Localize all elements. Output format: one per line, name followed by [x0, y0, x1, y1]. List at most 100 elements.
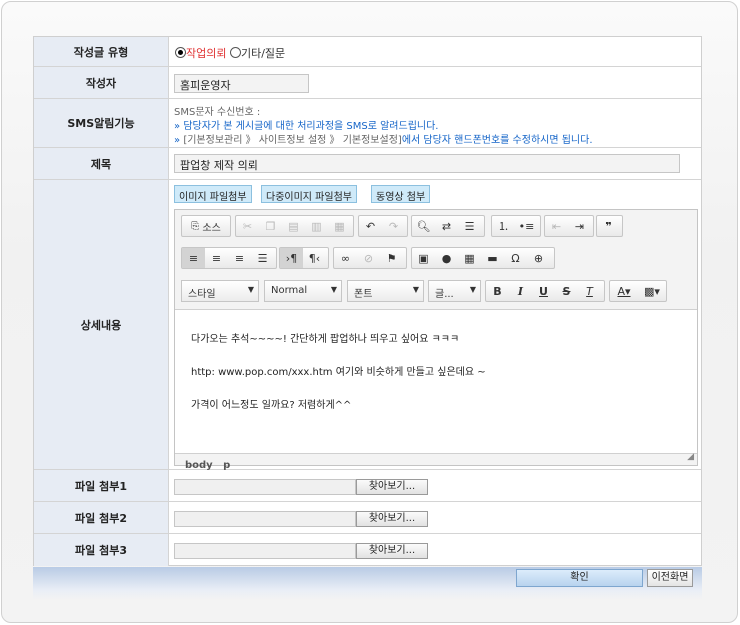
numbered-list-icon[interactable]: ⒈: [492, 216, 515, 236]
paste-icon[interactable]: ▤: [282, 216, 305, 236]
content-line: 다가오는 추석~~~~! 간단하게 팝업하나 띄우고 싶어요 ㅋㅋㅋ: [191, 334, 460, 345]
paste-word-icon[interactable]: ▦: [328, 216, 351, 236]
source-label: 소스: [202, 222, 221, 234]
author-field[interactable]: 홈피운영자: [174, 74, 309, 93]
toolbar-color-group: A▾ ▩▾: [609, 280, 667, 302]
paste-text-icon[interactable]: ▥: [305, 216, 328, 236]
undo-icon[interactable]: ↶: [359, 216, 382, 236]
file-path-input-1[interactable]: [174, 479, 356, 495]
rich-text-editor: ⎘ 소스 ✂ ❐ ▤ ▥ ▦ ↶ ↷ 🔍︎ ⇄ ☰ ⒈ •≡ ⇤ ⇥ ❞ ≡ ≡…: [174, 209, 698, 471]
size-select-value: 글...: [435, 289, 454, 300]
file-row-1: 파일 첨부1 찾아보기...: [34, 470, 701, 502]
align-right-icon[interactable]: ≡: [228, 248, 251, 268]
browse-button-1[interactable]: 찾아보기...: [356, 479, 428, 495]
browse-button-2[interactable]: 찾아보기...: [356, 511, 428, 527]
content-line: 가격이 어느정도 일까요? 저렴하게^^: [191, 400, 352, 411]
ltr-icon[interactable]: ›¶: [280, 248, 303, 268]
align-center-icon[interactable]: ≡: [205, 248, 228, 268]
style-select[interactable]: 스타일 ▼: [181, 280, 259, 302]
image-icon[interactable]: ▣: [412, 248, 435, 268]
title-label: 제목: [34, 148, 169, 179]
outdent-icon[interactable]: ⇤: [545, 216, 568, 236]
toolbar-clipboard-group: ✂ ❐ ▤ ▥ ▦: [235, 215, 354, 237]
font-select[interactable]: 폰트 ▼: [347, 280, 424, 302]
table-icon[interactable]: ▦: [458, 248, 481, 268]
confirm-button[interactable]: 확인: [516, 569, 643, 587]
horizontal-rule-icon[interactable]: ▬: [481, 248, 504, 268]
cut-icon[interactable]: ✂: [236, 216, 259, 236]
attach-image-button[interactable]: 이미지 파일첨부: [174, 185, 252, 203]
content-line: http: www.pop.com/xxx.htm 여기와 비슷하게 만들고 싶…: [191, 367, 486, 378]
sms-label: SMS알림기능: [34, 99, 169, 147]
italic-icon[interactable]: I: [509, 281, 532, 301]
post-type-label: 작성글 유형: [34, 37, 169, 66]
find-icon[interactable]: 🔍︎: [412, 216, 435, 236]
author-label: 작성자: [34, 67, 169, 98]
format-select-value: Normal: [271, 285, 308, 296]
source-icon: ⎘: [191, 220, 200, 232]
detail-label: 상세내용: [34, 180, 169, 469]
source-button[interactable]: ⎘ 소스: [182, 216, 230, 236]
special-char-icon[interactable]: Ω: [504, 248, 527, 268]
title-row: 제목 팝업창 제작 의뢰: [34, 148, 701, 180]
bg-color-icon[interactable]: ▩▾: [638, 281, 666, 301]
text-color-icon[interactable]: A▾: [610, 281, 638, 301]
blockquote-icon[interactable]: ❞: [597, 216, 620, 236]
file-label-2: 파일 첨부2: [34, 502, 169, 533]
strikethrough-icon[interactable]: S: [555, 281, 578, 301]
anchor-flag-icon[interactable]: ⚑: [380, 248, 403, 268]
back-button[interactable]: 이전화면: [647, 569, 693, 587]
action-bar: 확인 이전화면: [33, 567, 702, 600]
indent-icon[interactable]: ⇥: [568, 216, 591, 236]
sms-row: SMS알림기능 SMS문자 수신번호 : » 담당자가 본 게시글에 대한 처리…: [34, 99, 701, 148]
format-select[interactable]: Normal ▼: [264, 280, 342, 302]
link-icon[interactable]: ∞: [334, 248, 357, 268]
editor-content[interactable]: 다가오는 추석~~~~! 간단하게 팝업하나 띄우고 싶어요 ㅋㅋㅋ http:…: [175, 309, 697, 454]
rtl-icon[interactable]: ¶‹: [303, 248, 326, 268]
chevron-down-icon: ▼: [247, 285, 254, 294]
detail-row: 상세내용 이미지 파일첨부 다중이미지 파일첨부 동영상 첨부 ⎘ 소스 ✂ ❐…: [34, 180, 701, 471]
post-form: 작성글 유형 작업의뢰 기타/질문 작성자 홈피운영자 SMS알림기능 SMS문…: [33, 36, 702, 566]
replace-icon[interactable]: ⇄: [435, 216, 458, 236]
copy-icon[interactable]: ❐: [259, 216, 282, 236]
browse-button-3[interactable]: 찾아보기...: [356, 543, 428, 559]
bold-icon[interactable]: B: [486, 281, 509, 301]
align-left-icon[interactable]: ≡: [182, 248, 205, 268]
toolbar-find-group: 🔍︎ ⇄ ☰: [411, 215, 485, 237]
title-field[interactable]: 팝업창 제작 의뢰: [174, 154, 680, 173]
unlink-icon[interactable]: ⊘: [357, 248, 380, 268]
toolbar-undo-group: ↶ ↷: [358, 215, 408, 237]
remove-format-icon[interactable]: T: [578, 281, 601, 301]
post-type-option-request[interactable]: 작업의뢰: [186, 47, 226, 60]
post-type-radio-request[interactable]: [175, 47, 186, 58]
iframe-globe-icon[interactable]: ⊕: [527, 248, 550, 268]
post-type-row: 작성글 유형 작업의뢰 기타/질문: [34, 37, 701, 67]
toolbar-insert-group: ▣ ● ▦ ▬ Ω ⊕: [411, 247, 555, 269]
post-type-options: 작업의뢰 기타/질문: [170, 37, 701, 66]
resize-handle-icon[interactable]: ◢: [687, 452, 694, 462]
file-label-3: 파일 첨부3: [34, 534, 169, 566]
chevron-down-icon: ▼: [469, 285, 476, 294]
redo-icon[interactable]: ↷: [382, 216, 405, 236]
align-justify-icon[interactable]: ☰: [251, 248, 274, 268]
file-label-1: 파일 첨부1: [34, 470, 169, 501]
flash-icon[interactable]: ●: [435, 248, 458, 268]
sms-notice2-text: 에서 담당자 핸드폰번호를 수정하시면 됩니다.: [401, 135, 593, 146]
underline-icon[interactable]: U: [532, 281, 555, 301]
size-select[interactable]: 글... ▼: [428, 280, 481, 302]
toolbar-list-group: ⒈ •≡: [491, 215, 541, 237]
sms-notice2-path: [기본정보관리 》 사이트정보 설정 》 기본정보설정]: [183, 135, 402, 146]
attach-multi-image-button[interactable]: 다중이미지 파일첨부: [261, 185, 357, 203]
author-row: 작성자 홈피운영자: [34, 67, 701, 99]
post-type-radio-other[interactable]: [229, 47, 241, 58]
file-path-input-3[interactable]: [174, 543, 356, 559]
attach-video-button[interactable]: 동영상 첨부: [371, 185, 431, 203]
post-type-option-other[interactable]: 기타/질문: [241, 47, 285, 60]
file-path-input-2[interactable]: [174, 511, 356, 527]
toolbar-direction-group: ›¶ ¶‹: [279, 247, 329, 269]
select-all-icon[interactable]: ☰: [458, 216, 481, 236]
file-row-3: 파일 첨부3 찾아보기...: [34, 534, 701, 566]
bulleted-list-icon[interactable]: •≡: [515, 216, 538, 236]
style-select-value: 스타일: [188, 289, 216, 300]
sms-receive-label: SMS문자 수신번호 :: [174, 107, 261, 118]
